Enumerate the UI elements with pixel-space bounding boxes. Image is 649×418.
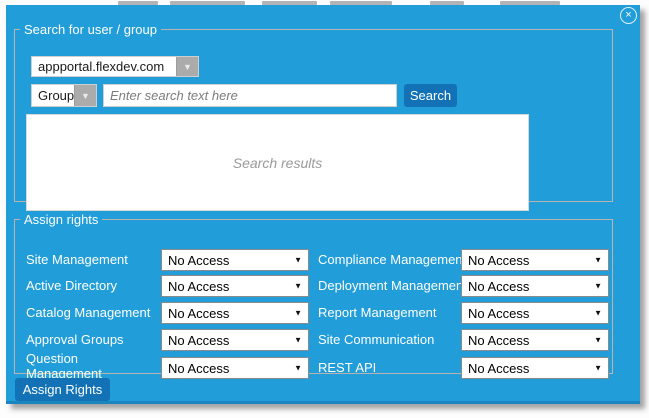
select-approval-groups[interactable]: No Access ▼	[161, 329, 309, 351]
label-deployment-management: Deployment Management	[318, 275, 467, 297]
assign-section-legend: Assign rights	[20, 212, 102, 227]
select-value: No Access	[468, 333, 529, 348]
combo-arrow-glyph: ▼	[81, 91, 90, 101]
search-type-dropdown-value: Group	[32, 85, 74, 106]
select-arrow-icon: ▼	[294, 364, 302, 373]
select-arrow-icon: ▼	[594, 336, 602, 345]
select-value: No Access	[168, 333, 229, 348]
select-value: No Access	[468, 306, 529, 321]
select-report-management[interactable]: No Access ▼	[461, 302, 609, 324]
select-arrow-icon: ▼	[294, 336, 302, 345]
label-site-communication: Site Communication	[318, 329, 434, 351]
select-deployment-management[interactable]: No Access ▼	[461, 275, 609, 297]
select-value: No Access	[168, 361, 229, 376]
select-catalog-management[interactable]: No Access ▼	[161, 302, 309, 324]
assign-rights-button[interactable]: Assign Rights	[15, 378, 110, 401]
assign-rights-section: Assign rights Site Management No Access …	[14, 212, 613, 374]
search-user-group-section: Search for user / group appportal.flexde…	[14, 22, 613, 202]
select-arrow-icon: ▼	[594, 309, 602, 318]
select-value: No Access	[168, 279, 229, 294]
select-value: No Access	[468, 253, 529, 268]
select-value: No Access	[468, 361, 529, 376]
select-value: No Access	[168, 253, 229, 268]
search-type-dropdown[interactable]: Group ▼	[31, 84, 97, 107]
domain-dropdown[interactable]: appportal.flexdev.com ▼	[31, 56, 199, 77]
search-input[interactable]	[103, 84, 397, 107]
label-report-management: Report Management	[318, 302, 437, 324]
label-approval-groups: Approval Groups	[26, 329, 124, 351]
label-active-directory: Active Directory	[26, 275, 117, 297]
close-icon[interactable]: ×	[620, 7, 637, 24]
select-value: No Access	[468, 279, 529, 294]
label-catalog-management: Catalog Management	[26, 302, 150, 324]
select-arrow-icon: ▼	[294, 282, 302, 291]
select-site-communication[interactable]: No Access ▼	[461, 329, 609, 351]
search-results-placeholder: Search results	[233, 155, 322, 171]
label-compliance-management: Compliance Management	[318, 249, 466, 271]
select-compliance-management[interactable]: No Access ▼	[461, 249, 609, 271]
search-results-panel[interactable]: Search results	[26, 114, 529, 211]
chevron-down-icon[interactable]: ▼	[74, 85, 96, 106]
label-rest-api: REST API	[318, 357, 376, 379]
search-button[interactable]: Search	[404, 84, 457, 107]
select-arrow-icon: ▼	[294, 256, 302, 265]
select-active-directory[interactable]: No Access ▼	[161, 275, 309, 297]
select-arrow-icon: ▼	[594, 256, 602, 265]
select-site-management[interactable]: No Access ▼	[161, 249, 309, 271]
select-arrow-icon: ▼	[594, 364, 602, 373]
select-value: No Access	[168, 306, 229, 321]
select-rest-api[interactable]: No Access ▼	[461, 357, 609, 379]
search-section-legend: Search for user / group	[20, 22, 161, 37]
select-arrow-icon: ▼	[594, 282, 602, 291]
select-question-management[interactable]: No Access ▼	[161, 357, 309, 379]
label-question-management: Question Management	[26, 351, 138, 381]
select-arrow-icon: ▼	[294, 309, 302, 318]
page: × Search for user / group appportal.flex…	[0, 0, 649, 418]
assign-rights-dialog: × Search for user / group appportal.flex…	[6, 5, 640, 404]
combo-arrow-glyph: ▼	[183, 62, 192, 72]
chevron-down-icon[interactable]: ▼	[176, 57, 198, 76]
label-site-management: Site Management	[26, 249, 128, 271]
domain-dropdown-value: appportal.flexdev.com	[32, 57, 176, 76]
